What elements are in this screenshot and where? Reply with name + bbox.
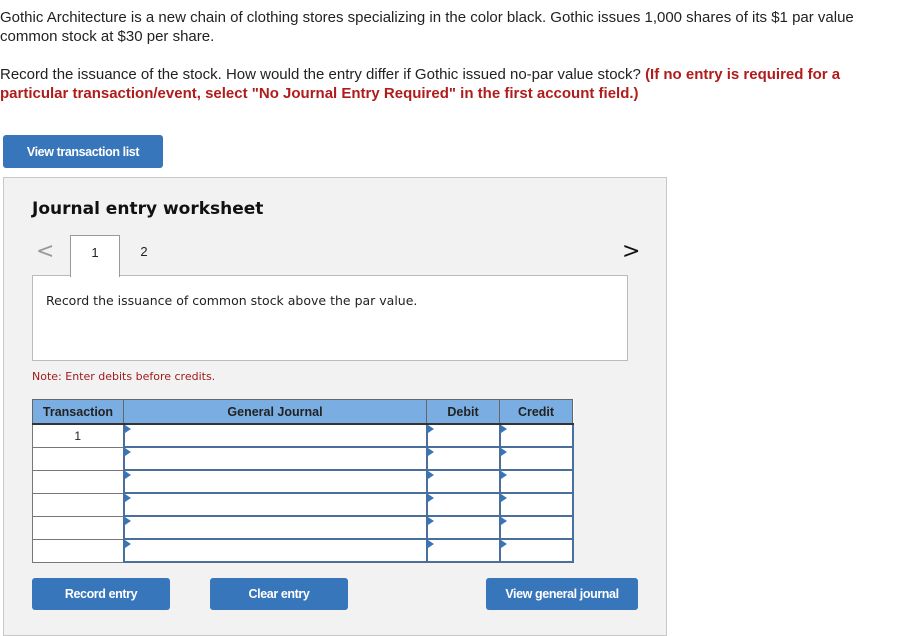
dropdown-flag-icon (124, 540, 131, 548)
table-row: 1 (32, 423, 574, 448)
dropdown-flag-icon (124, 448, 131, 456)
record-entry-button[interactable]: Record entry (32, 578, 170, 610)
chevron-right-icon[interactable]: > (622, 239, 640, 264)
credit-input[interactable] (498, 515, 574, 540)
question-paragraph-1: Gothic Architecture is a new chain of cl… (0, 9, 854, 45)
table-row (32, 538, 574, 563)
question-text: Gothic Architecture is a new chain of cl… (0, 8, 900, 103)
debit-input[interactable] (425, 446, 501, 471)
account-input[interactable] (122, 469, 428, 494)
debit-input[interactable] (425, 538, 501, 563)
dropdown-flag-icon (500, 540, 507, 548)
journal-table: Transaction General Journal Debit Credit… (32, 399, 574, 563)
column-header-transaction: Transaction (32, 399, 124, 425)
credit-input[interactable] (498, 538, 574, 563)
question-instruction: Record the issuance of the stock. How wo… (0, 66, 646, 83)
account-input[interactable] (122, 492, 428, 517)
account-input[interactable] (122, 515, 428, 540)
transaction-cell (32, 538, 124, 563)
view-transaction-list-button[interactable]: View transaction list (3, 135, 163, 168)
debits-credits-note: Note: Enter debits before credits. (32, 370, 216, 383)
debit-input[interactable] (425, 515, 501, 540)
transaction-cell (32, 446, 124, 471)
debit-input[interactable] (425, 423, 501, 448)
chevron-left-icon[interactable]: < (36, 239, 54, 264)
dropdown-flag-icon (124, 494, 131, 502)
table-row (32, 492, 574, 517)
credit-input[interactable] (498, 423, 574, 448)
dropdown-flag-icon (500, 517, 507, 525)
dropdown-flag-icon (500, 448, 507, 456)
entry-description-box: Record the issuance of common stock abov… (32, 275, 628, 361)
table-row (32, 446, 574, 471)
account-input[interactable] (122, 423, 428, 448)
credit-input[interactable] (498, 446, 574, 471)
dropdown-flag-icon (124, 425, 131, 433)
dropdown-flag-icon (427, 448, 434, 456)
column-header-credit: Credit (499, 399, 573, 425)
dropdown-flag-icon (427, 540, 434, 548)
debit-input[interactable] (425, 469, 501, 494)
dropdown-flag-icon (124, 517, 131, 525)
debit-input[interactable] (425, 492, 501, 517)
dropdown-flag-icon (427, 494, 434, 502)
tab-1[interactable]: 1 (70, 235, 120, 277)
account-input[interactable] (122, 446, 428, 471)
dropdown-flag-icon (427, 471, 434, 479)
dropdown-flag-icon (500, 494, 507, 502)
transaction-cell (32, 469, 124, 494)
transaction-cell: 1 (32, 423, 124, 448)
account-input[interactable] (122, 538, 428, 563)
entry-description: Record the issuance of common stock abov… (46, 293, 418, 308)
journal-table-header: Transaction General Journal Debit Credit (32, 399, 573, 425)
question-paragraph-2: Record the issuance of the stock. How wo… (0, 65, 900, 103)
journal-entry-worksheet-panel: Journal entry worksheet < 1 2 > Record t… (3, 177, 667, 636)
tab-2[interactable]: 2 (120, 235, 168, 276)
dropdown-flag-icon (124, 471, 131, 479)
table-row (32, 469, 574, 494)
table-row (32, 515, 574, 540)
column-header-general-journal: General Journal (123, 399, 427, 425)
dropdown-flag-icon (500, 425, 507, 433)
transaction-cell (32, 492, 124, 517)
dropdown-flag-icon (427, 517, 434, 525)
column-header-debit: Debit (426, 399, 500, 425)
credit-input[interactable] (498, 492, 574, 517)
dropdown-flag-icon (427, 425, 434, 433)
view-general-journal-button[interactable]: View general journal (486, 578, 638, 610)
worksheet-title: Journal entry worksheet (32, 199, 264, 219)
transaction-cell (32, 515, 124, 540)
credit-input[interactable] (498, 469, 574, 494)
clear-entry-button[interactable]: Clear entry (210, 578, 348, 610)
dropdown-flag-icon (500, 471, 507, 479)
